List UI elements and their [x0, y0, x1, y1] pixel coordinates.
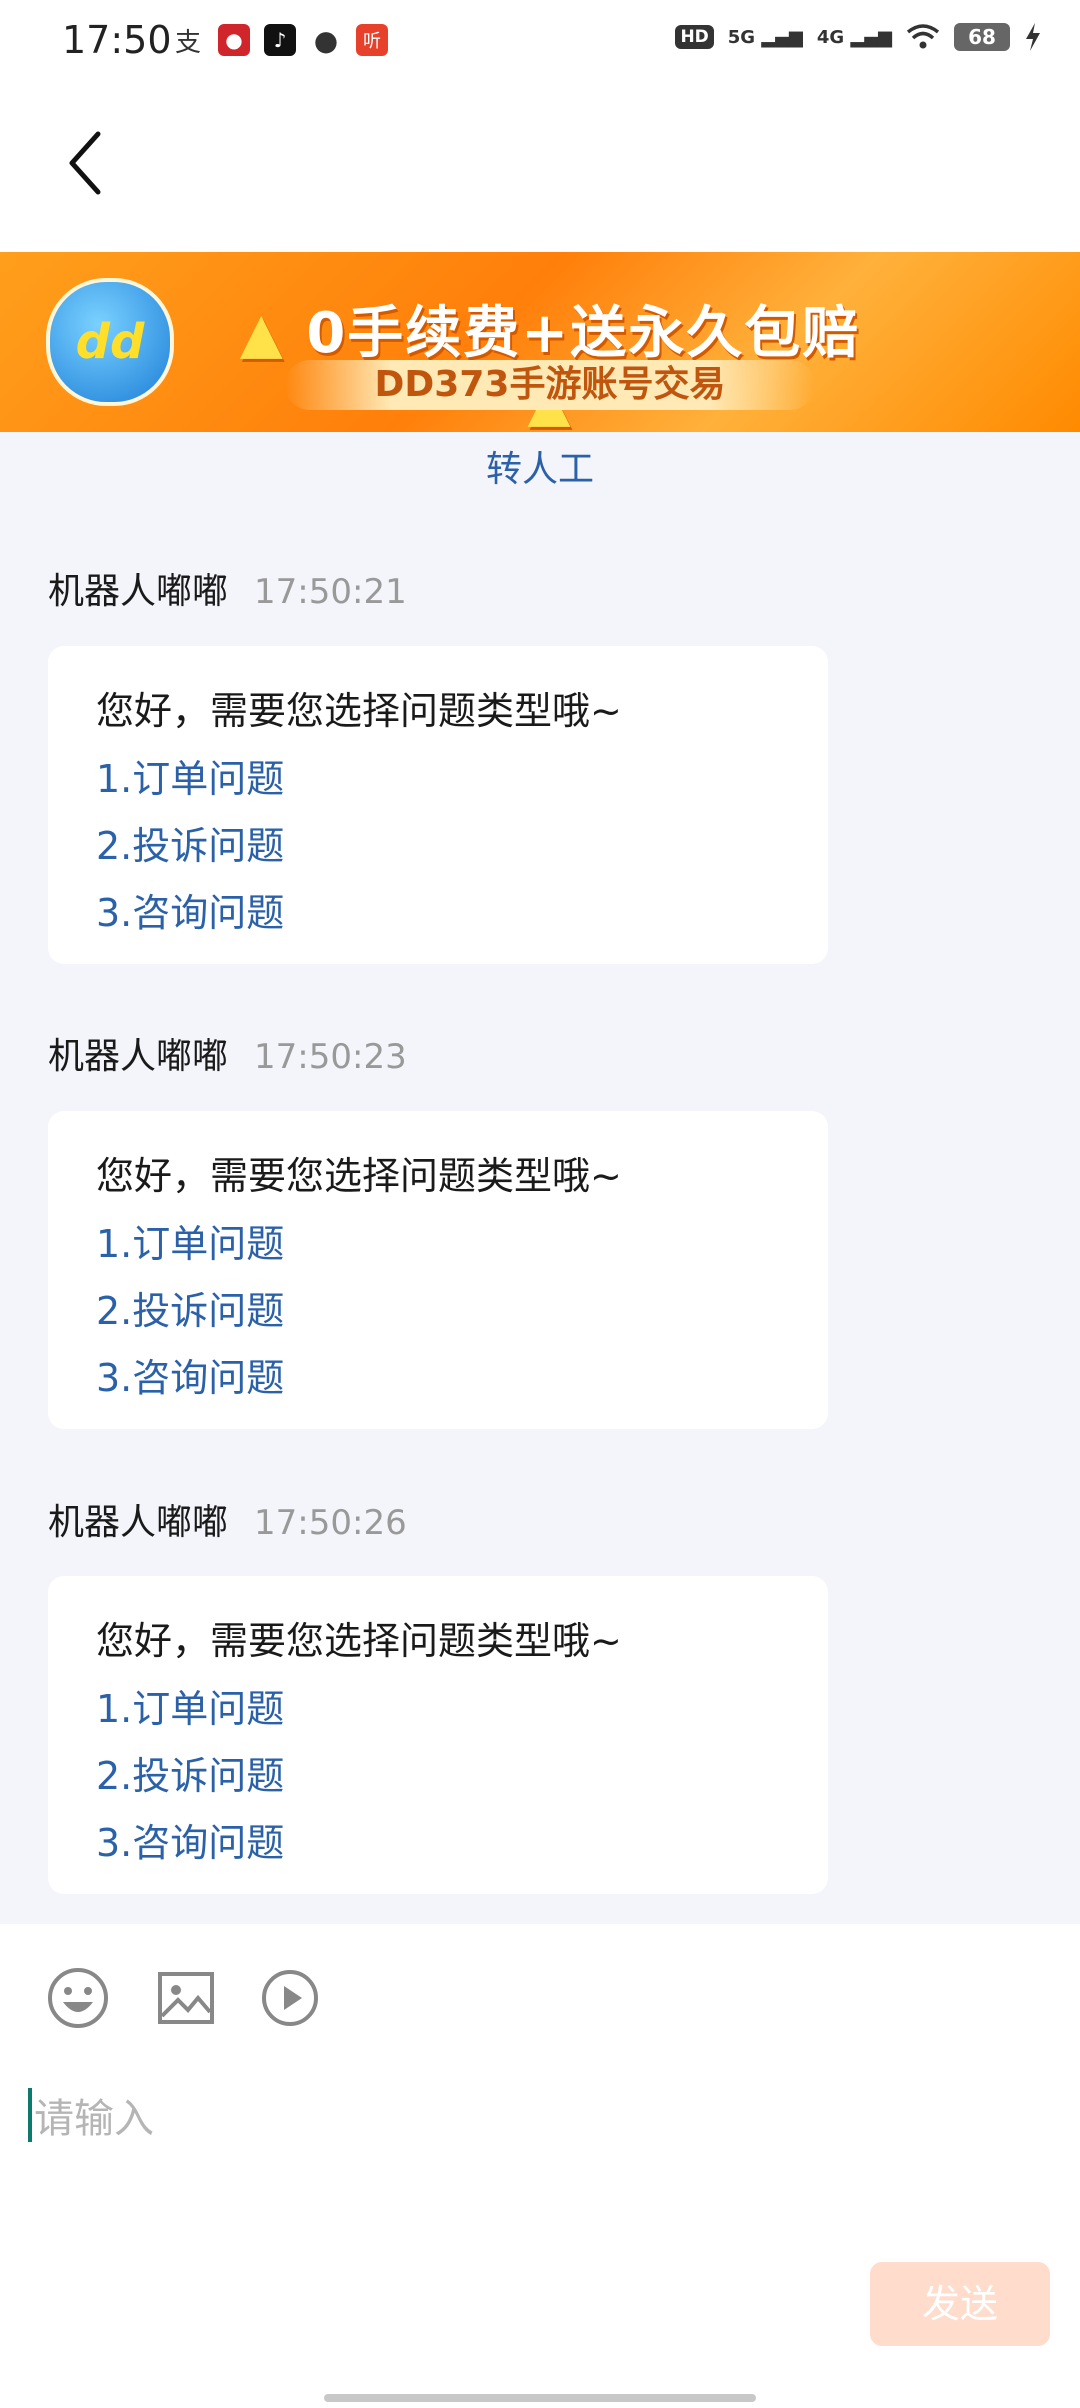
message-header: 机器人嘟嘟 17:50:21 — [48, 562, 407, 614]
top-nav — [0, 84, 1080, 252]
video-icon — [262, 1970, 318, 2026]
option-order-issue[interactable]: 1.订单问题 — [96, 1678, 284, 1733]
promo-banner[interactable]: dd ▲ 0手续费+送永久包赔 ▲ DD373手游账号交易 — [0, 252, 1080, 432]
message-time: 17:50:26 — [254, 1503, 407, 1543]
message-header: 机器人嘟嘟 17:50:26 — [48, 1493, 407, 1545]
alipay-icon: 支 — [174, 27, 201, 58]
option-order-issue[interactable]: 1.订单问题 — [96, 748, 284, 803]
hd-icon: HD — [675, 25, 714, 49]
sender-name: 机器人嘟嘟 — [48, 1502, 229, 1543]
message-bubble: 您好，需要您选择问题类型哦~ 1.订单问题 2.投诉问题 3.咨询问题 — [48, 1576, 828, 1894]
notification-icons: 支 ● ♪ ● 听 — [172, 23, 388, 58]
option-order-issue[interactable]: 1.订单问题 — [96, 1213, 284, 1268]
option-inquiry-issue[interactable]: 3.咨询问题 — [96, 1812, 284, 1867]
signal-5g-icon: 5G ▂▄▆ — [727, 26, 803, 48]
home-indicator[interactable] — [324, 2394, 756, 2402]
battery-icon: 68 — [954, 23, 1010, 51]
message-input[interactable]: 请输入 — [28, 2080, 1052, 2180]
option-complaint-issue[interactable]: 2.投诉问题 — [96, 1280, 284, 1335]
send-button[interactable]: 发送 — [870, 2262, 1050, 2346]
listen-app-icon: 听 — [356, 24, 388, 56]
back-button[interactable] — [64, 128, 134, 208]
video-button[interactable] — [258, 1966, 322, 2030]
emoji-button[interactable] — [46, 1966, 110, 2030]
message-text: 您好，需要您选择问题类型哦~ — [96, 689, 622, 733]
transfer-to-agent-link[interactable]: 转人工 — [0, 440, 1080, 492]
charging-icon — [1026, 23, 1040, 51]
tiktok-icon: ♪ — [264, 24, 296, 56]
chat-bubble-icon: ● — [313, 23, 339, 57]
text-cursor — [28, 2088, 32, 2142]
option-inquiry-issue[interactable]: 3.咨询问题 — [96, 1347, 284, 1402]
status-bar: 17:50 支 ● ♪ ● 听 HD 5G ▂▄▆ 4G ▂▄▆ 68 — [0, 0, 1080, 84]
sender-name: 机器人嘟嘟 — [48, 571, 229, 612]
dd373-logo: dd — [46, 278, 174, 406]
chevron-left-icon — [69, 131, 101, 195]
status-indicators: HD 5G ▂▄▆ 4G ▂▄▆ 68 — [675, 22, 1042, 52]
fire-icon: ▲ — [239, 301, 285, 366]
image-icon — [158, 1972, 214, 2024]
emoji-icon — [48, 1968, 108, 2028]
weibo-app-icon: ● — [218, 24, 250, 56]
message-bubble: 您好，需要您选择问题类型哦~ 1.订单问题 2.投诉问题 3.咨询问题 — [48, 646, 828, 964]
signal-4g-icon: 4G ▂▄▆ — [816, 26, 892, 48]
message-text: 您好，需要您选择问题类型哦~ — [96, 1154, 622, 1198]
composer: 请输入 发送 — [0, 1924, 1080, 2408]
banner-subline: DD373手游账号交易 — [285, 360, 815, 410]
wifi-icon — [906, 24, 940, 49]
message-text: 您好，需要您选择问题类型哦~ — [96, 1619, 622, 1663]
image-button[interactable] — [154, 1966, 218, 2030]
message-time: 17:50:23 — [254, 1037, 407, 1077]
message-time: 17:50:21 — [254, 572, 407, 612]
message-bubble: 您好，需要您选择问题类型哦~ 1.订单问题 2.投诉问题 3.咨询问题 — [48, 1111, 828, 1429]
option-complaint-issue[interactable]: 2.投诉问题 — [96, 1745, 284, 1800]
option-complaint-issue[interactable]: 2.投诉问题 — [96, 815, 284, 870]
status-time: 17:50 — [62, 18, 172, 62]
input-placeholder: 请输入 — [34, 2096, 154, 2142]
sender-name: 机器人嘟嘟 — [48, 1036, 229, 1077]
option-inquiry-issue[interactable]: 3.咨询问题 — [96, 882, 284, 937]
message-header: 机器人嘟嘟 17:50:23 — [48, 1027, 407, 1079]
